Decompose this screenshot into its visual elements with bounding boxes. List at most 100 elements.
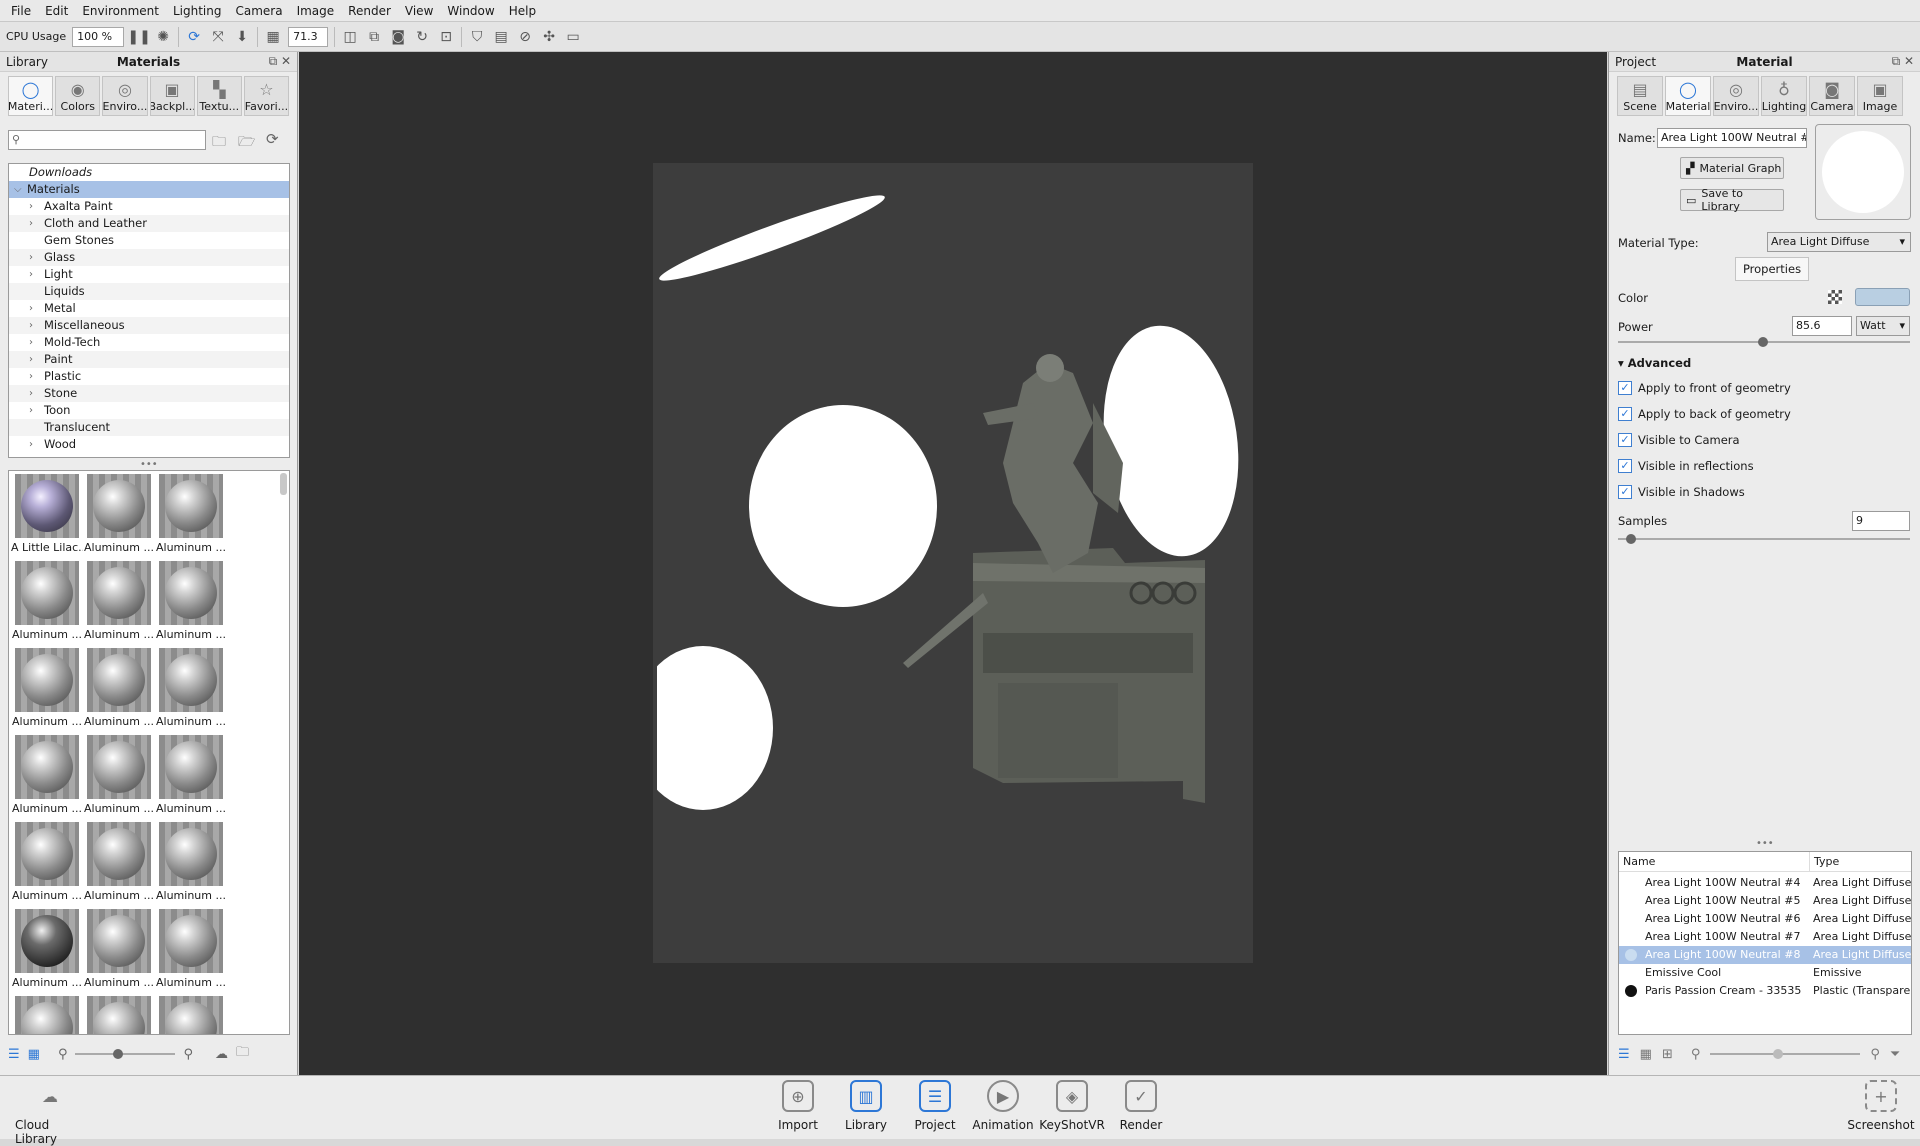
tab-material[interactable]: ◯ Material — [1665, 76, 1711, 116]
performance-icon[interactable]: ✺ — [154, 28, 172, 46]
camera-icon[interactable]: ◙ — [389, 28, 407, 46]
area-light-disk[interactable] — [749, 405, 937, 607]
filter-icon[interactable]: ⏷ — [1890, 1047, 1900, 1062]
column-type[interactable]: Type — [1809, 852, 1911, 871]
material-thumbnail[interactable]: Aluminum ... — [155, 735, 227, 822]
tab-backplates[interactable]: ▣ Backpl... — [149, 76, 195, 116]
checkbox-checked-icon[interactable]: ✓ — [1618, 459, 1632, 473]
material-thumbnail[interactable] — [83, 996, 155, 1034]
material-thumbnail[interactable]: Aluminum ... — [83, 648, 155, 735]
geometry-icon[interactable]: ⊘ — [516, 28, 534, 46]
library-button[interactable]: ▥ Library — [831, 1080, 901, 1132]
material-thumbnail[interactable]: Aluminum ... — [83, 474, 155, 561]
tab-image[interactable]: ▣ Image — [1857, 76, 1903, 116]
menu-file[interactable]: File — [4, 0, 38, 22]
checkbox-checked-icon[interactable]: ✓ — [1618, 433, 1632, 447]
tab-favorites[interactable]: ☆ Favori... — [243, 76, 290, 116]
tree-item[interactable]: Gem Stones — [9, 232, 289, 249]
refresh-icon[interactable]: ⟳ — [185, 28, 203, 46]
zoom-out-icon[interactable]: ⚲ — [58, 1047, 68, 1062]
tree-item[interactable]: › Light — [9, 266, 289, 283]
material-thumbnail[interactable]: Aluminum ... — [83, 822, 155, 909]
power-unit-select[interactable]: Watt ▾ — [1856, 316, 1910, 336]
table-row[interactable]: Area Light 100W Neutral #8 Area Light Dif… — [1619, 946, 1911, 964]
material-thumbnail[interactable]: Aluminum ... — [83, 909, 155, 996]
save-to-library-button[interactable]: ▭ Save to Library — [1680, 187, 1784, 213]
power-slider[interactable] — [1618, 337, 1910, 347]
table-row[interactable]: Area Light 100W Neutral #4 Area Light Dif… — [1619, 874, 1911, 892]
table-row[interactable]: Area Light 100W Neutral #6 Area Light Dif… — [1619, 910, 1911, 928]
panel-controls[interactable]: ⧉ ✕ — [269, 54, 291, 69]
zoom-in-icon[interactable]: ⚲ — [1870, 1047, 1880, 1062]
material-thumbnail[interactable] — [155, 996, 227, 1034]
zoom-input[interactable]: 71.3 — [288, 26, 329, 47]
material-thumbnail[interactable]: Aluminum ... — [11, 822, 83, 909]
pause-icon[interactable]: ❚❚ — [127, 28, 150, 46]
tab-textures[interactable]: ▚ Textu... — [196, 76, 242, 116]
cloud-library-button[interactable]: ☁ Cloud Library — [15, 1080, 85, 1146]
import-button[interactable]: ⊕ Import — [763, 1080, 833, 1132]
material-thumbnail[interactable]: Aluminum ... — [83, 735, 155, 822]
table-size-slider[interactable] — [1710, 1049, 1861, 1059]
material-thumbnail[interactable]: A Little Lilac... — [11, 474, 83, 561]
table-row[interactable]: Paris Passion Cream - 33535 Plastic (Tran… — [1619, 982, 1911, 1000]
check-visible-reflections[interactable]: ✓ Visible in reflections — [1618, 459, 1754, 473]
folder-sync-icon[interactable]: 🗁 — [238, 131, 255, 155]
cloud-upload-icon[interactable]: ☁ — [215, 1047, 228, 1062]
menu-help[interactable]: Help — [502, 0, 543, 22]
tree-item[interactable]: › Mold-Tech — [9, 334, 289, 351]
project-button[interactable]: ☰ Project — [900, 1080, 970, 1132]
slider-knob[interactable] — [1626, 534, 1636, 544]
samples-input[interactable]: 9 — [1852, 511, 1910, 531]
tree-item[interactable]: › Wood — [9, 436, 289, 453]
material-thumbnail[interactable]: Aluminum ... — [155, 474, 227, 561]
menu-edit[interactable]: Edit — [38, 0, 75, 22]
menu-camera[interactable]: Camera — [228, 0, 289, 22]
checkbox-checked-icon[interactable]: ✓ — [1618, 407, 1632, 421]
checkbox-checked-icon[interactable]: ✓ — [1618, 381, 1632, 395]
thumbnail-scrollbar[interactable] — [280, 473, 287, 495]
advanced-section-toggle[interactable]: ▾ Advanced — [1618, 356, 1691, 370]
tree-view-icon[interactable]: ⊞ — [1662, 1047, 1673, 1062]
crop-icon[interactable]: ⧉ — [365, 28, 383, 46]
power-input[interactable]: 85.6 — [1792, 316, 1852, 336]
material-name-input[interactable]: Area Light 100W Neutral #8 — [1657, 128, 1807, 148]
slider-knob[interactable] — [113, 1049, 124, 1059]
grid-view-icon[interactable]: ▦ — [1640, 1047, 1652, 1062]
check-apply-front[interactable]: ✓ Apply to front of geometry — [1618, 381, 1791, 395]
column-name[interactable]: Name — [1619, 852, 1809, 871]
table-row[interactable]: Emissive Cool Emissive — [1619, 964, 1911, 982]
tree-materials-root[interactable]: ⌵ Materials — [9, 181, 289, 198]
panel-controls[interactable]: ⧉ ✕ — [1892, 54, 1914, 69]
tree-item[interactable]: › Plastic — [9, 368, 289, 385]
animation-button[interactable]: ▶ Animation — [968, 1080, 1038, 1132]
material-thumbnail[interactable]: Aluminum ... — [11, 735, 83, 822]
tab-environments[interactable]: ◎ Enviro... — [102, 76, 148, 116]
material-thumbnail[interactable]: Aluminum ... — [11, 648, 83, 735]
tree-item[interactable]: Liquids — [9, 283, 289, 300]
presentation-icon[interactable]: ▤ — [492, 28, 510, 46]
area-light-disk[interactable] — [633, 646, 773, 810]
material-thumbnail[interactable] — [11, 996, 83, 1034]
render-button[interactable]: ✓ Render — [1106, 1080, 1176, 1132]
cpu-usage-select[interactable]: 100 % ▾ — [72, 26, 125, 61]
material-thumbnail[interactable]: Aluminum ... — [11, 561, 83, 648]
tree-item[interactable]: › Miscellaneous — [9, 317, 289, 334]
console-icon[interactable]: ▭ — [564, 28, 582, 46]
checkbox-checked-icon[interactable]: ✓ — [1618, 485, 1632, 499]
splitter-handle[interactable]: ••• — [1756, 838, 1774, 849]
zoom-out-icon[interactable]: ⚲ — [1691, 1047, 1701, 1062]
tree-item[interactable]: › Stone — [9, 385, 289, 402]
check-apply-back[interactable]: ✓ Apply to back of geometry — [1618, 407, 1791, 421]
tab-materials[interactable]: ◯ Materi... — [8, 76, 54, 116]
folder-icon[interactable]: 🗀 — [236, 1043, 249, 1065]
keyshotvr-button[interactable]: ◈ KeyShotVR — [1037, 1080, 1107, 1132]
material-graph-button[interactable]: ▞ Material Graph — [1680, 157, 1784, 179]
refresh-library-icon[interactable]: ⟳ — [266, 130, 279, 148]
material-type-select[interactable]: Area Light Diffuse ▾ — [1767, 232, 1911, 252]
material-thumbnail[interactable]: Aluminum ... — [155, 648, 227, 735]
slider-knob[interactable] — [1758, 337, 1768, 347]
grid-icon[interactable]: ▦ — [264, 28, 282, 46]
menu-view[interactable]: View — [398, 0, 440, 22]
material-thumbnail[interactable]: Aluminum ... — [155, 822, 227, 909]
